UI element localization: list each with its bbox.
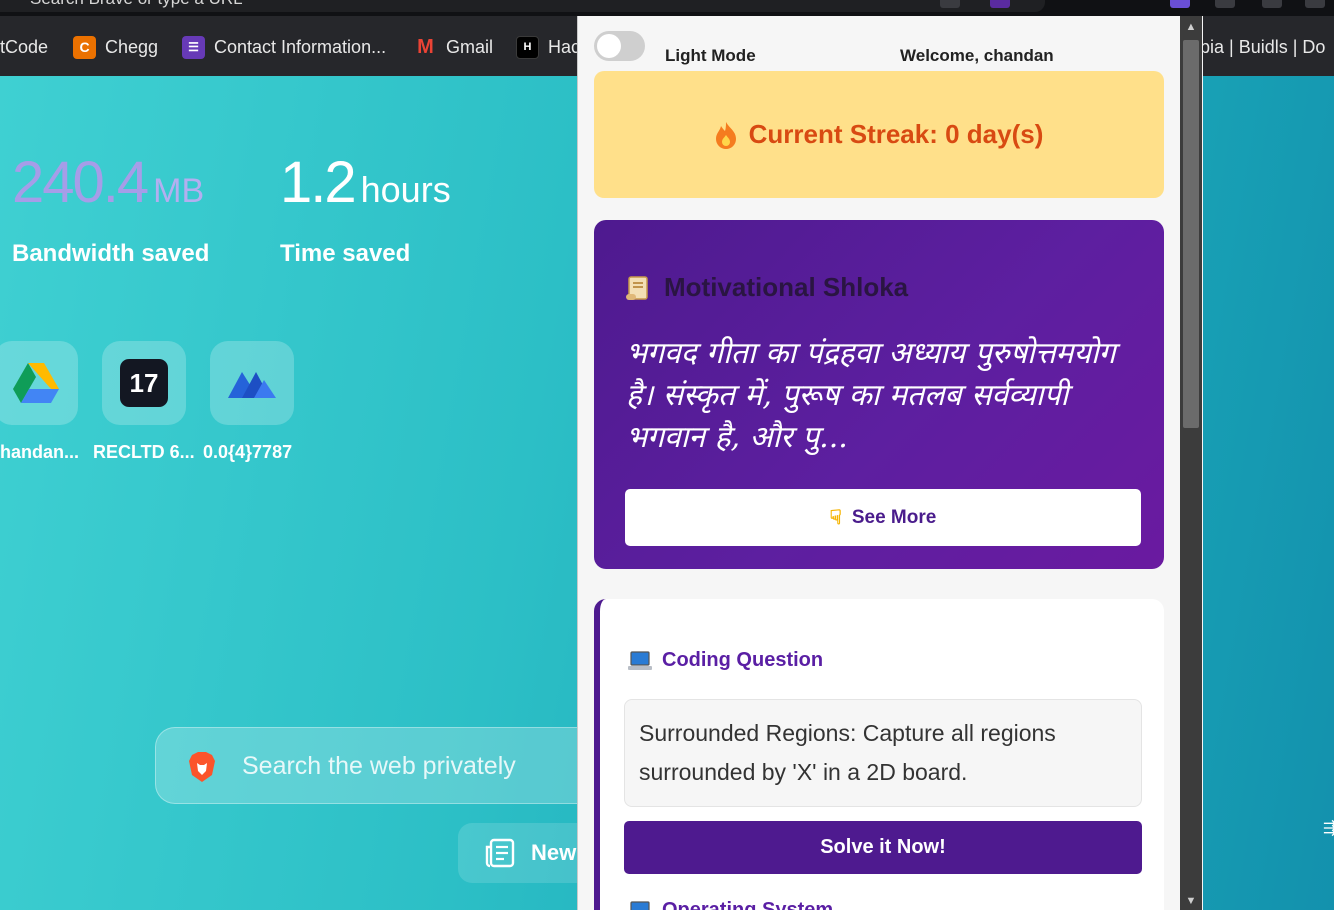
top-site-tile[interactable] — [0, 341, 78, 425]
tab-strip: Search Brave or type a URL — [0, 0, 1334, 16]
laptop-icon — [630, 900, 650, 910]
streak-text: Current Streak: 0 day(s) — [748, 119, 1044, 149]
shloka-verse: भगवद गीता का पंद्रहवा अध्याय पुरुषोत्तमय… — [626, 336, 1116, 455]
mode-label: Light Mode — [665, 46, 756, 65]
bandwidth-unit: MB — [153, 172, 205, 210]
question-text: Surrounded Regions: Capture all regions … — [624, 699, 1142, 807]
scrollbar-thumb[interactable] — [1183, 40, 1199, 428]
bookmark-label: Contact Information... — [214, 36, 387, 57]
time-value: 1.2 — [280, 150, 357, 215]
google-drive-icon — [13, 363, 59, 403]
news-icon — [485, 838, 515, 868]
search-placeholder: Search the web privately — [242, 752, 516, 780]
customize-icon[interactable]: ⇶ — [1323, 818, 1334, 838]
extensions-puzzle-icon[interactable] — [1215, 0, 1235, 8]
os-title-text: Operating System — [662, 899, 834, 910]
top-site-tile[interactable]: 17 — [102, 341, 186, 425]
sidebar-icon[interactable] — [1262, 0, 1282, 8]
shloka-title: Motivational Shloka — [624, 272, 908, 303]
coding-card: Coding Question Surrounded Regions: Capt… — [594, 599, 1164, 910]
extension-icon[interactable] — [990, 0, 1010, 8]
bandwidth-stat: 240.4 MB Bandwidth saved — [12, 154, 209, 268]
bookmark-chegg[interactable]: C Chegg — [73, 34, 158, 60]
news-label: New — [531, 840, 577, 865]
bandwidth-value: 240.4 — [12, 150, 149, 215]
extension-icon[interactable] — [940, 0, 960, 8]
pointing-hand-icon: ☟ — [829, 507, 842, 529]
toggle-knob — [597, 34, 621, 58]
bookmark-overflow[interactable]: opia | Buidls | Do — [1190, 34, 1325, 60]
tile-label: 0.0{4}7787 — [203, 442, 293, 462]
scroll-down-icon[interactable]: ▼ — [1180, 892, 1202, 910]
streak-card: Current Streak: 0 day(s) — [594, 71, 1164, 198]
extension-icon[interactable] — [1170, 0, 1190, 8]
time-stat: 1.2 hours Time saved — [280, 154, 451, 268]
bookmark-contact-information[interactable]: ☰ Contact Information... — [182, 34, 386, 60]
popup-scrollbar[interactable]: ▲ ▼ — [1180, 16, 1202, 910]
bookmark-gmail[interactable]: M Gmail — [414, 34, 493, 60]
gmail-icon: M — [417, 35, 434, 58]
tradingview-icon: 17 — [120, 359, 168, 407]
scroll-up-icon[interactable]: ▲ — [1180, 18, 1202, 36]
scroll-icon — [626, 275, 648, 300]
see-more-label: See More — [851, 506, 937, 528]
hackerrank-icon: H — [516, 35, 539, 59]
tile-label: RECLTD 6... — [93, 442, 195, 462]
coding-title: Coding Question — [628, 649, 823, 672]
omnibox[interactable]: Search Brave or type a URL — [0, 0, 1045, 12]
see-more-button[interactable]: ☟ See More — [625, 489, 1141, 546]
brave-lion-icon — [189, 752, 215, 782]
top-site-tile[interactable] — [210, 341, 294, 425]
bookmark-hackerrank[interactable]: H Hac — [516, 34, 580, 60]
menu-icon[interactable] — [1305, 0, 1325, 8]
shloka-card: Motivational Shloka भगवद गीता का पंद्रहव… — [594, 220, 1164, 569]
tile-label: handan... — [0, 442, 80, 462]
time-label: Time saved — [280, 240, 411, 267]
fire-icon — [715, 121, 736, 149]
bookmark-leetcode[interactable]: tCode — [0, 34, 48, 60]
laptop-icon — [628, 650, 652, 670]
bookmark-label: Gmail — [446, 36, 494, 57]
welcome-text: Welcome, chandan — [900, 46, 1054, 65]
os-title: Operating System — [628, 899, 833, 910]
forms-icon: ☰ — [182, 35, 205, 59]
bookmark-label: Hac — [548, 36, 581, 57]
omnibox-placeholder: Search Brave or type a URL — [30, 0, 243, 8]
shloka-title-text: Motivational Shloka — [664, 272, 909, 302]
bookmark-label: tCode — [0, 36, 49, 57]
chegg-icon: C — [73, 35, 96, 59]
time-unit: hours — [360, 169, 451, 210]
theme-toggle[interactable] — [594, 31, 645, 61]
extension-popup: Light Mode Welcome, chandan Current Stre… — [577, 16, 1203, 910]
app-m-icon — [228, 372, 276, 398]
bookmark-label: Chegg — [105, 36, 159, 57]
bandwidth-label: Bandwidth saved — [12, 240, 210, 267]
solve-button[interactable]: Solve it Now! — [624, 821, 1142, 874]
coding-title-text: Coding Question — [662, 649, 824, 671]
